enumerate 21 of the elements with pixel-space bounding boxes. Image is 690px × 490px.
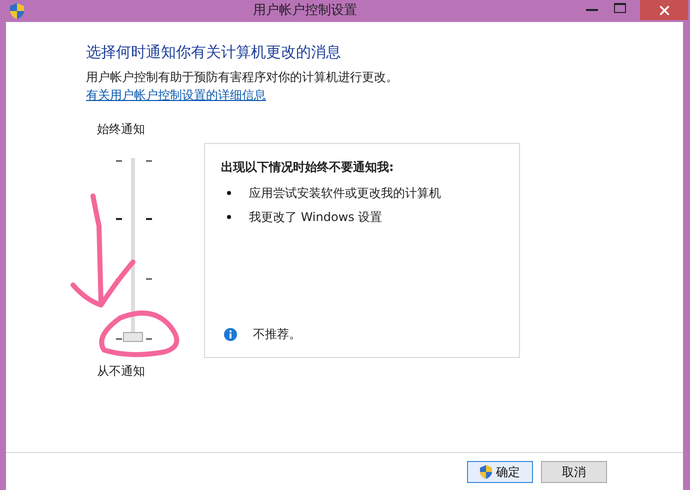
window-title: 用户帐户控制设置 bbox=[253, 3, 357, 18]
bullet-icon bbox=[227, 191, 231, 195]
close-icon bbox=[660, 6, 668, 14]
slider-thumb[interactable] bbox=[123, 332, 143, 342]
note-text: 不推荐。 bbox=[253, 326, 301, 343]
maximize-button[interactable] bbox=[614, 3, 626, 13]
page-heading: 选择何时通知你有关计算机更改的消息 bbox=[86, 42, 342, 63]
close-button[interactable] bbox=[640, 0, 688, 20]
slider-bottom-label: 从不通知 bbox=[96, 363, 146, 380]
info-icon bbox=[224, 328, 237, 340]
bullet-text: 我更改了 Windows 设置 bbox=[249, 209, 382, 225]
description-text: 用户帐户控制有助于预防有害程序对你的计算机进行更改。 bbox=[86, 69, 399, 86]
details-link[interactable]: 有关用户帐户控制设置的详细信息 bbox=[86, 88, 266, 102]
shield-icon bbox=[10, 3, 24, 19]
ok-button[interactable]: 确定 bbox=[467, 460, 533, 482]
slider-top-label: 始终通知 bbox=[96, 121, 146, 138]
shield-icon bbox=[480, 464, 492, 478]
bullet-text: 应用尝试安装软件或更改我的计算机 bbox=[249, 185, 441, 201]
bullet-icon bbox=[227, 215, 231, 219]
panel-title: 出现以下情况时始终不要通知我: bbox=[221, 159, 395, 176]
cancel-button[interactable]: 取消 bbox=[541, 460, 607, 482]
